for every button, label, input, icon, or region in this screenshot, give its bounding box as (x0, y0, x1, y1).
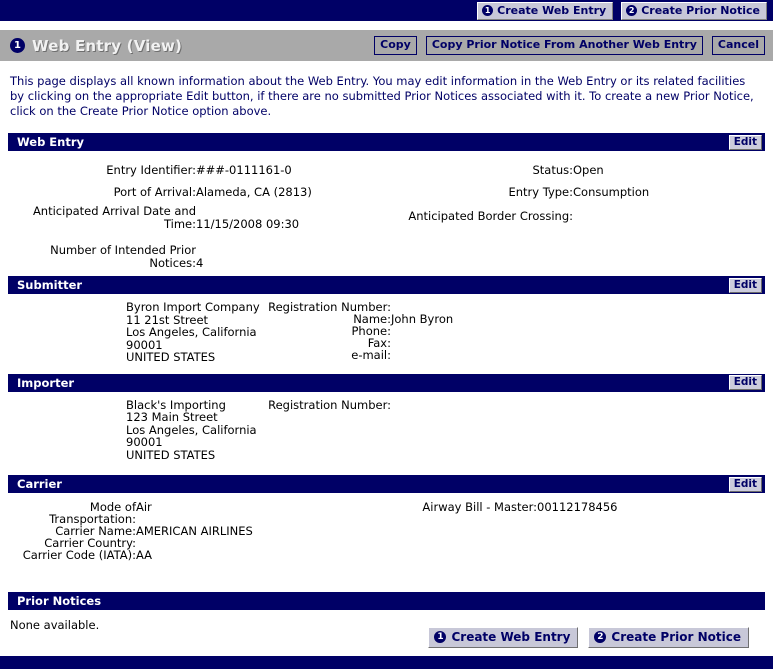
field-label-airway-bill-master: Airway Bill - Master: (422, 500, 537, 514)
submitter-details: Registration Number: Name: John Byron Ph… (265, 301, 773, 364)
page-title: Web Entry (View) (32, 36, 183, 55)
section-title-carrier: Carrier (17, 477, 62, 491)
field-row: Airway Bill - Master: 00112178456 (405, 501, 773, 513)
field-value-anticipated-border-crossing (573, 203, 773, 227)
badge-one-icon: 1 (434, 631, 447, 643)
nav-spacer (0, 21, 773, 30)
field-value-port-of-arrival: Alameda, CA (2813) (196, 185, 312, 199)
field-label-submitter-email: e-mail: (351, 348, 391, 362)
field-row: e-mail: (265, 349, 773, 361)
section-body-web-entry: Entry Identifier: ###-0111161-0 Port of … (0, 151, 773, 276)
field-value-carrier-name: AMERICAN AIRLINES (136, 524, 253, 538)
page-title-bar: 1 Web Entry (View) Copy Copy Prior Notic… (0, 30, 773, 61)
carrier-left-column: Mode of Transportation: Air Carrier Name… (0, 501, 405, 561)
section-header-importer: Importer Edit (8, 373, 765, 392)
importer-details: Registration Number: (265, 399, 773, 462)
footer-actions: 1 Create Web Entry 2 Create Prior Notice (428, 627, 761, 648)
badge-two-icon: 2 (594, 631, 607, 643)
field-value-carrier-country (136, 537, 405, 549)
field-label-carrier-code-iata: Carrier Code (IATA): (22, 548, 136, 562)
web-entry-right-column: Status: Open Entry Type: Consumption Ant… (405, 159, 773, 270)
carrier-right-column: Airway Bill - Master: 00112178456 (405, 501, 773, 561)
section-title-prior-notices: Prior Notices (17, 594, 102, 608)
field-value-submitter-fax (391, 337, 773, 349)
step-number-badge-icon: 1 (10, 38, 25, 53)
field-row: Port of Arrival: Alameda, CA (2813) (0, 181, 405, 203)
section-header-prior-notices: Prior Notices (8, 592, 765, 610)
copy-button[interactable]: Copy (374, 36, 417, 55)
field-row: Entry Identifier: ###-0111161-0 (0, 159, 405, 181)
footer-create-prior-notice-label: Create Prior Notice (611, 630, 741, 644)
top-create-web-entry-label: Create Web Entry (497, 3, 607, 17)
web-entry-left-column: Entry Identifier: ###-0111161-0 Port of … (0, 159, 405, 270)
field-label-port-of-arrival: Port of Arrival: (113, 185, 196, 199)
field-row: Anticipated Border Crossing: (405, 203, 773, 227)
field-label-importer-registration-number: Registration Number: (268, 397, 391, 412)
field-value-entry-type: Consumption (573, 185, 650, 199)
field-row: Phone: (265, 325, 773, 337)
field-row: Name: John Byron (265, 313, 773, 325)
field-label-status: Status: (532, 163, 573, 177)
field-value-importer-registration-number (391, 399, 773, 411)
field-label-number-of-intended-prior-notices: Number of Intended Prior Notices: (50, 243, 196, 270)
field-row: Entry Type: Consumption (405, 181, 773, 203)
copy-prior-notice-from-another-web-entry-button[interactable]: Copy Prior Notice From Another Web Entry (425, 36, 703, 55)
field-value-anticipated-arrival-date-time: 11/15/2008 09:30 (196, 217, 300, 231)
field-value-number-of-intended-prior-notices: 4 (196, 256, 204, 270)
field-row: Number of Intended Prior Notices: 4 (0, 231, 405, 270)
edit-submitter-button[interactable]: Edit (728, 277, 762, 293)
field-value-submitter-name: John Byron (391, 312, 454, 326)
edit-web-entry-button[interactable]: Edit (728, 134, 762, 150)
section-header-submitter: Submitter Edit (8, 276, 765, 294)
field-value-airway-bill-master: 00112178456 (537, 500, 618, 514)
title-actions: Copy Copy Prior Notice From Another Web … (374, 36, 765, 55)
edit-importer-button[interactable]: Edit (728, 375, 762, 390)
section-title-web-entry: Web Entry (17, 135, 85, 149)
field-label-anticipated-arrival-date-time: Anticipated Arrival Date and Time: (32, 204, 196, 231)
footer-create-web-entry-button[interactable]: 1 Create Web Entry (428, 627, 579, 648)
submitter-address: Byron Import Company 11 21st Street Los … (126, 300, 260, 364)
top-create-prior-notice-label: Create Prior Notice (641, 3, 760, 17)
field-row: Fax: (265, 337, 773, 349)
page-description: This page displays all known information… (10, 74, 754, 118)
field-row: Carrier Code (IATA): AA (0, 549, 405, 561)
top-create-web-entry-button[interactable]: 1 Create Web Entry (477, 1, 614, 20)
field-value-mode-of-transportation: Air (136, 500, 152, 514)
importer-address: Black's Importing 123 Main Street Los An… (126, 397, 257, 462)
cancel-button[interactable]: Cancel (711, 36, 765, 55)
field-row: Registration Number: (265, 301, 773, 313)
footer-create-prior-notice-button[interactable]: 2 Create Prior Notice (588, 627, 749, 648)
top-navigation-bar: 1 Create Web Entry 2 Create Prior Notice (0, 0, 773, 21)
field-value-submitter-phone (391, 325, 773, 337)
section-title-submitter: Submitter (17, 278, 83, 292)
edit-carrier-button[interactable]: Edit (728, 476, 762, 492)
section-body-carrier: Mode of Transportation: Air Carrier Name… (0, 493, 773, 567)
badge-two-icon: 2 (626, 4, 638, 16)
section-title-importer: Importer (17, 375, 75, 390)
section-body-importer: Black's Importing 123 Main Street Los An… (0, 392, 773, 462)
field-value-entry-identifier: ###-0111161-0 (196, 163, 292, 177)
field-label-entry-identifier: Entry Identifier: (106, 163, 196, 177)
top-create-prior-notice-button[interactable]: 2 Create Prior Notice (621, 1, 767, 20)
field-value-status: Open (573, 163, 604, 177)
field-row: Mode of Transportation: Air (0, 501, 405, 525)
field-value-submitter-email (391, 349, 773, 361)
badge-one-icon: 1 (482, 4, 494, 16)
field-label-mode-of-transportation: Mode of Transportation: (49, 500, 136, 526)
section-body-submitter: Byron Import Company 11 21st Street Los … (0, 294, 773, 364)
field-row: Registration Number: (265, 399, 773, 411)
field-value-carrier-code-iata: AA (136, 548, 153, 562)
field-label-entry-type: Entry Type: (508, 185, 573, 199)
field-row: Status: Open (405, 159, 773, 181)
field-label-anticipated-border-crossing: Anticipated Border Crossing: (408, 209, 573, 223)
section-header-carrier: Carrier Edit (8, 475, 765, 493)
footer-create-web-entry-label: Create Web Entry (451, 630, 571, 644)
field-row: Anticipated Arrival Date and Time: 11/15… (0, 203, 405, 231)
section-header-web-entry: Web Entry Edit (8, 133, 765, 151)
bottom-bar (0, 656, 773, 669)
